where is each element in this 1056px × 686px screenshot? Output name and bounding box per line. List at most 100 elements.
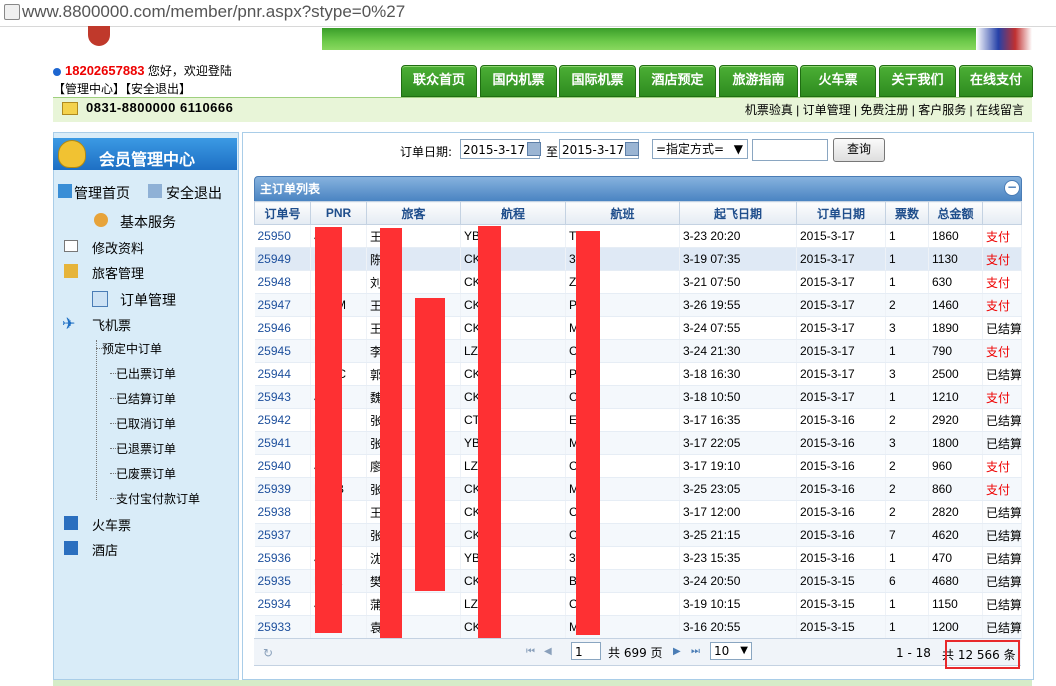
mode-select[interactable]: =指定方式= ▼ [652, 139, 748, 159]
order-status[interactable]: 支付 [982, 454, 1022, 478]
table-cell: 3-24 20:50 [679, 569, 797, 593]
sidebar-item-traveler[interactable]: 旅客管理 [92, 263, 144, 282]
table-cell: 3-17 19:10 [679, 454, 797, 478]
order-id-link[interactable]: 25935 [254, 569, 311, 593]
table-cell: 4680 [928, 569, 983, 593]
order-id-link[interactable]: 25943 [254, 385, 311, 409]
order-id-link[interactable]: 25941 [254, 431, 311, 455]
table-row[interactable]: 25950J9C王YBAT283-23 20:202015-3-1711860支… [254, 224, 1022, 248]
table-row[interactable]: 25940JHQ廖LZVEC223-17 19:102015-3-162960支… [254, 454, 1022, 478]
sidebar-item-refunded[interactable]: 已退票订单 [109, 440, 176, 457]
nav-tab-train[interactable]: 火车票 [800, 65, 876, 97]
redaction-mark [380, 228, 402, 640]
url-text[interactable]: www.8800000.com/member/pnr.aspx?stype=0%… [22, 2, 405, 22]
table-cell: 960 [928, 454, 983, 478]
table-row[interactable]: 25944H7XC郭CKHNP553-18 16:302015-3-173250… [254, 362, 1022, 386]
table-row[interactable]: 25946KXS王CKMNM723-24 07:552015-3-1731890… [254, 316, 1022, 340]
order-id-link[interactable]: 25945 [254, 339, 311, 363]
sidebar-item-issued[interactable]: 已出票订单 [109, 365, 176, 382]
user-links[interactable]: 【管理中心】【安全退出】 [53, 80, 191, 97]
sub-links[interactable]: 机票验真 | 订单管理 | 免费注册 | 客户服务 | 在线留言 [745, 101, 1024, 118]
order-id-link[interactable]: 25936 [254, 546, 311, 570]
first-page-icon[interactable]: ⏮ [526, 646, 535, 657]
page-size-select[interactable]: 10 ▼ [710, 642, 752, 660]
order-id-link[interactable]: 25934 [254, 592, 311, 616]
calendar-icon[interactable] [625, 142, 639, 156]
sidebar-item-edit-info[interactable]: 修改资料 [92, 238, 144, 257]
table-cell: 3-24 21:30 [679, 339, 797, 363]
page-number-input[interactable]: 1 [571, 642, 601, 660]
sidebar-item-train[interactable]: 火车票 [92, 515, 131, 534]
table-cell: 1200 [928, 615, 983, 639]
order-id-link[interactable]: 25942 [254, 408, 311, 432]
table-row[interactable]: 25949HZ2陈CKGB3333-19 07:352015-3-1711130… [254, 247, 1022, 271]
table-row[interactable]: 25941KG6张YBGM983-17 22:052015-3-1631800已… [254, 431, 1022, 455]
sidebar-title: 会员管理中心 [99, 150, 196, 169]
order-id-link[interactable]: 25940 [254, 454, 311, 478]
order-id-link[interactable]: 25937 [254, 523, 311, 547]
calendar-icon[interactable] [527, 142, 541, 156]
mail-icon [62, 102, 78, 115]
order-status[interactable]: 支付 [982, 293, 1022, 317]
table-row[interactable]: 25938H9Q王CKGHC603-17 12:002015-3-1622820… [254, 500, 1022, 524]
sidebar-item-voided[interactable]: 已废票订单 [109, 465, 176, 482]
order-id-link[interactable]: 25949 [254, 247, 311, 271]
table-row[interactable]: 25934JNQ蒲LZANC393-19 10:152015-3-1511150… [254, 592, 1022, 616]
table-cell: 2 [885, 408, 929, 432]
sidebar-item-flight[interactable]: 飞机票 [92, 315, 131, 334]
sidebar-item-home[interactable]: 管理首页 [74, 183, 130, 203]
table-row[interactable]: 25947KZ3M王CKANP053-26 19:552015-3-172146… [254, 293, 1022, 317]
nav-tab-hotel[interactable]: 酒店预定 [639, 65, 716, 97]
keyword-input[interactable] [752, 139, 828, 161]
sidebar-item-alipay[interactable]: 支付宝付款订单 [109, 490, 200, 507]
table-row[interactable]: 25942KBQ张CTGE773-17 16:352015-3-1622920已… [254, 408, 1022, 432]
sidebar-item-settled[interactable]: 已结算订单 [109, 390, 176, 407]
table-cell: CKGH [460, 523, 566, 547]
nav-tab-about[interactable]: 关于我们 [879, 65, 956, 97]
order-status[interactable]: 支付 [982, 385, 1022, 409]
plane-icon: ✈ [62, 314, 76, 333]
table-row[interactable]: 25937H2B张CKGHC23-25 21:152015-3-1674620已… [254, 523, 1022, 547]
sidebar-item-logout[interactable]: 安全退出 [166, 183, 222, 203]
last-page-icon[interactable]: ⏭ [691, 646, 700, 657]
table-row[interactable]: 25945HR7李LZXC903-24 21:302015-3-171790支付 [254, 339, 1022, 363]
table-row[interactable]: 25935H041樊CKNB763-24 20:502015-3-1564680… [254, 569, 1022, 593]
order-status[interactable]: 支付 [982, 224, 1022, 248]
order-id-link[interactable]: 25938 [254, 500, 311, 524]
table-cell: 3-18 16:30 [679, 362, 797, 386]
table-cell: CKGH [460, 500, 566, 524]
footer-strip [53, 680, 1032, 686]
sidebar-item-hotel[interactable]: 酒店 [92, 540, 118, 559]
table-row[interactable]: 25948KL7刘CKKGZ573-21 07:502015-3-171630支… [254, 270, 1022, 294]
table-row[interactable]: 25943JK魏CKGBC153-18 10:502015-3-1711210支… [254, 385, 1022, 409]
column-header: 总金额 [928, 201, 983, 225]
sidebar-item-booking[interactable]: 预定中订单 [95, 340, 162, 357]
order-id-link[interactable]: 25946 [254, 316, 311, 340]
table-row[interactable]: 25933KW1袁CKZXM043-16 20:552015-3-1511200… [254, 615, 1022, 639]
table-row[interactable]: 25936J5H沈YBY3123-23 15:352015-3-161470已结… [254, 546, 1022, 570]
order-id-link[interactable]: 25947 [254, 293, 311, 317]
order-status[interactable]: 支付 [982, 477, 1022, 501]
next-page-icon[interactable]: ▶ [673, 646, 681, 657]
table-row[interactable]: 25939H56B张CKYNM443-25 23:052015-3-162860… [254, 477, 1022, 501]
sidebar-item-cancelled[interactable]: 已取消订单 [109, 415, 176, 432]
order-status: 已结算 [982, 523, 1022, 547]
nav-tab-travel-guide[interactable]: 旅游指南 [719, 65, 798, 97]
nav-tab-home[interactable]: 联众首页 [401, 65, 477, 97]
query-button[interactable]: 查询 [833, 138, 885, 162]
order-status[interactable]: 支付 [982, 339, 1022, 363]
order-id-link[interactable]: 25948 [254, 270, 311, 294]
order-id-link[interactable]: 25950 [254, 224, 311, 248]
table-cell: 1 [885, 615, 929, 639]
nav-tab-intl-flights[interactable]: 国际机票 [559, 65, 636, 97]
order-id-link[interactable]: 25944 [254, 362, 311, 386]
prev-page-icon[interactable]: ◀ [544, 646, 552, 657]
order-status[interactable]: 支付 [982, 270, 1022, 294]
nav-tab-domestic-flights[interactable]: 国内机票 [480, 65, 557, 97]
nav-tab-online-pay[interactable]: 在线支付 [959, 65, 1033, 97]
order-status[interactable]: 支付 [982, 247, 1022, 271]
order-id-link[interactable]: 25939 [254, 477, 311, 501]
refresh-icon[interactable]: ↻ [263, 646, 273, 660]
collapse-icon[interactable]: − [1004, 180, 1020, 196]
order-id-link[interactable]: 25933 [254, 615, 311, 639]
